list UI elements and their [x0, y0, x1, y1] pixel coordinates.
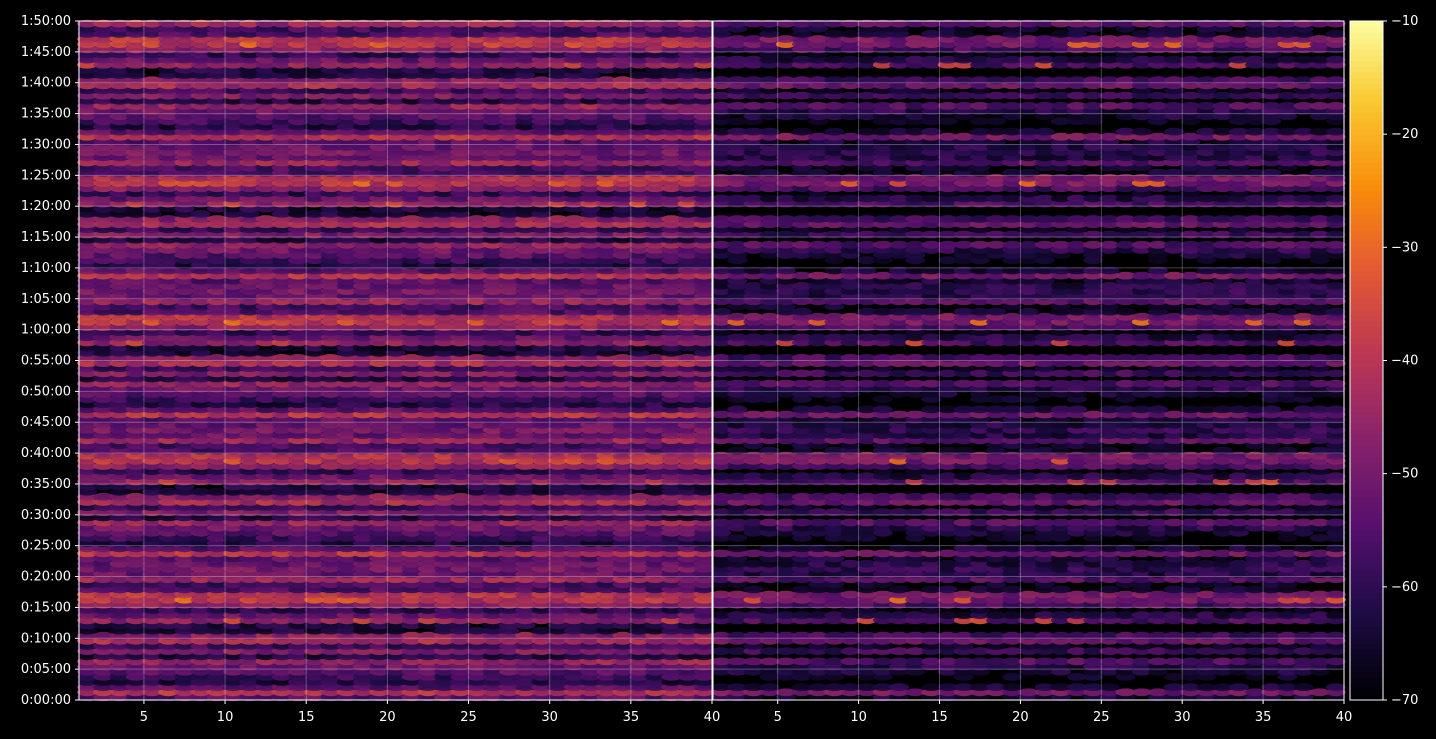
heat-cell	[693, 71, 715, 79]
spectrogram-chart: 0:00:000:05:000:10:000:15:000:20:000:25:…	[21, 14, 1419, 725]
heat-cell	[255, 348, 276, 357]
heat-cell	[190, 210, 211, 218]
heat-cell	[645, 210, 666, 218]
